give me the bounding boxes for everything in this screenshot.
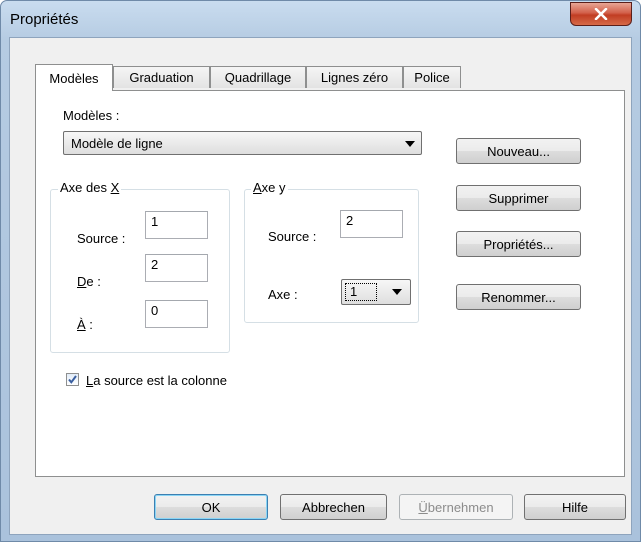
y-axis-label: Axe : — [268, 287, 298, 302]
models-dropdown[interactable]: Modèle de ligne — [63, 131, 422, 155]
source-is-column-checkbox[interactable] — [66, 373, 79, 386]
tab-modeles[interactable]: Modèles — [35, 64, 113, 91]
tab-label: Lignes zéro — [320, 70, 389, 85]
chevron-down-icon — [392, 289, 402, 295]
properties-button[interactable]: Propriétés... — [456, 231, 581, 257]
source-is-column-label: La source est la colonne — [86, 373, 227, 388]
tab-police[interactable]: Police — [403, 66, 461, 88]
help-button[interactable]: Hilfe — [524, 494, 626, 520]
y-source-field[interactable]: 2 — [340, 210, 403, 238]
y-source-label: Source : — [268, 229, 317, 244]
tab-label: Modèles — [49, 70, 99, 86]
x-source-field[interactable]: 1 — [145, 211, 208, 239]
x-to-field[interactable]: 0 — [145, 300, 208, 328]
chevron-down-icon — [405, 141, 415, 147]
y-axis-selected-value: 1 — [345, 283, 377, 301]
tab-label: Quadrillage — [224, 70, 292, 85]
window-title: Propriétés — [10, 11, 79, 28]
title-bar: Propriétés — [1, 1, 640, 37]
rename-button[interactable]: Renommer... — [456, 284, 581, 310]
x-axis-legend: Axe des X — [58, 180, 122, 195]
apply-button[interactable]: Übernehmen — [399, 494, 513, 520]
close-button[interactable] — [570, 2, 632, 26]
tab-label: Graduation — [129, 70, 194, 85]
close-icon — [594, 8, 608, 20]
tab-quadrillage[interactable]: Quadrillage — [210, 66, 306, 88]
tab-lignes-zero[interactable]: Lignes zéro — [306, 66, 403, 88]
delete-button[interactable]: Supprimer — [456, 185, 581, 211]
models-selected-value: Modèle de ligne — [71, 136, 163, 151]
tab-graduation[interactable]: Graduation — [113, 66, 210, 88]
checkmark-icon — [68, 375, 77, 384]
x-to-label: À : — [77, 317, 93, 332]
cancel-button[interactable]: Abbrechen — [280, 494, 387, 520]
y-axis-dropdown[interactable]: 1 — [341, 279, 411, 305]
ok-button[interactable]: OK — [154, 494, 268, 520]
tab-label: Police — [414, 70, 450, 85]
x-source-label: Source : — [77, 231, 126, 246]
new-button[interactable]: Nouveau... — [456, 138, 581, 164]
x-from-field[interactable]: 2 — [145, 254, 208, 282]
models-label: Modèles : — [63, 108, 120, 123]
y-axis-legend: Axe y — [251, 180, 288, 195]
x-from-label: De : — [77, 274, 101, 289]
